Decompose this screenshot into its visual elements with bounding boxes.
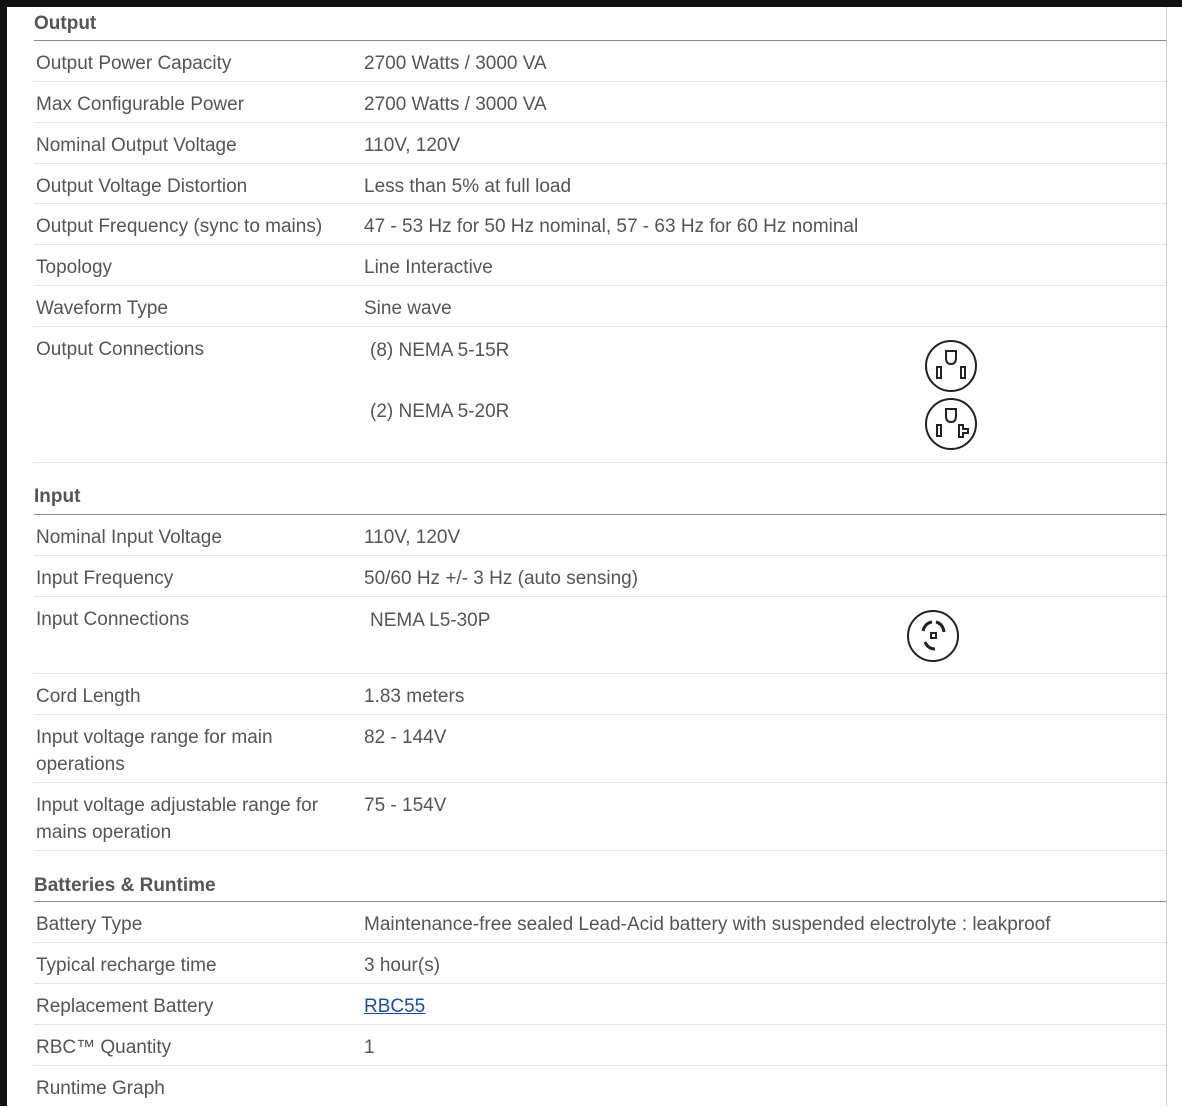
spec-row: Input Frequency 50/60 Hz +/- 3 Hz (auto … bbox=[34, 556, 1166, 597]
spec-value: Line Interactive bbox=[364, 257, 493, 278]
spec-label: Max Configurable Power bbox=[36, 94, 245, 115]
page-right-divider bbox=[1166, 7, 1167, 1106]
spec-row: Max Configurable Power 2700 Watts / 3000… bbox=[34, 82, 1166, 123]
spec-row-output-connections: Output Connections (8) NEMA 5-15R (2) NE… bbox=[34, 327, 1166, 463]
window-left-border bbox=[0, 0, 7, 1106]
spec-value: 110V, 120V bbox=[364, 135, 461, 156]
spec-row: Output Power Capacity 2700 Watts / 3000 … bbox=[34, 41, 1166, 82]
spec-value: 47 - 53 Hz for 50 Hz nominal, 57 - 63 Hz… bbox=[364, 216, 859, 237]
spec-value: 2700 Watts / 3000 VA bbox=[364, 94, 547, 115]
window-top-border bbox=[0, 0, 1182, 7]
spec-value: 1 bbox=[364, 1037, 375, 1058]
connection-text: (2) NEMA 5-20R bbox=[370, 401, 510, 422]
section-title-batteries: Batteries & Runtime bbox=[34, 851, 1166, 902]
spec-label: Input Connections bbox=[36, 609, 190, 630]
spec-row: Output Frequency (sync to mains) 47 - 53… bbox=[34, 204, 1166, 245]
spec-label: Output Frequency (sync to mains) bbox=[36, 216, 323, 237]
spec-content: Output Output Power Capacity 2700 Watts … bbox=[34, 7, 1166, 1107]
spec-row: Runtime Graph bbox=[34, 1066, 1166, 1107]
spec-row: Typical recharge time 3 hour(s) bbox=[34, 943, 1166, 984]
spec-value: 3 hour(s) bbox=[364, 955, 441, 976]
spec-row: Waveform Type Sine wave bbox=[34, 286, 1166, 327]
spec-label: Nominal Output Voltage bbox=[36, 135, 237, 156]
spec-value: 2700 Watts / 3000 VA bbox=[364, 53, 547, 74]
connection-text: NEMA L5-30P bbox=[370, 610, 491, 631]
spec-row: RBC™ Quantity 1 bbox=[34, 1025, 1166, 1066]
spec-value: 110V, 120V bbox=[364, 527, 461, 548]
spec-row: Battery Type Maintenance-free sealed Lea… bbox=[34, 902, 1166, 943]
spec-value: 82 - 144V bbox=[364, 727, 447, 748]
spec-row: Output Voltage Distortion Less than 5% a… bbox=[34, 164, 1166, 204]
spec-value: 75 - 154V bbox=[364, 795, 447, 816]
spec-value: Less than 5% at full load bbox=[364, 176, 572, 197]
spec-value: 1.83 meters bbox=[364, 686, 465, 707]
spec-label: Input voltage range for main operations bbox=[36, 727, 273, 775]
spec-label: Output Power Capacity bbox=[36, 53, 232, 74]
spec-label: Topology bbox=[36, 257, 113, 278]
spec-value: 50/60 Hz +/- 3 Hz (auto sensing) bbox=[364, 568, 639, 589]
nema-5-15r-outlet-icon bbox=[925, 340, 977, 392]
spec-label: Output Connections bbox=[36, 339, 204, 360]
spec-row: Input voltage adjustable range for mains… bbox=[34, 783, 1166, 851]
spec-value-link: RBC55 bbox=[364, 993, 425, 1020]
spec-row: Input voltage range for main operations … bbox=[34, 715, 1166, 783]
spec-label: Input Frequency bbox=[36, 568, 174, 589]
spec-value: Sine wave bbox=[364, 298, 452, 319]
spec-label: RBC™ Quantity bbox=[36, 1037, 172, 1058]
spec-row: Replacement Battery RBC55 bbox=[34, 984, 1166, 1025]
section-title-input: Input bbox=[34, 479, 1166, 515]
spec-row: Nominal Input Voltage 110V, 120V bbox=[34, 515, 1166, 556]
spec-label: Runtime Graph bbox=[36, 1078, 165, 1099]
spec-label: Input voltage adjustable range for mains… bbox=[36, 795, 319, 843]
replacement-battery-link[interactable]: RBC55 bbox=[364, 996, 425, 1017]
spec-row: Nominal Output Voltage 110V, 120V bbox=[34, 123, 1166, 164]
spec-label: Nominal Input Voltage bbox=[36, 527, 222, 548]
spec-label: Waveform Type bbox=[36, 298, 168, 319]
spec-label: Battery Type bbox=[36, 914, 143, 935]
spec-value: Maintenance-free sealed Lead-Acid batter… bbox=[364, 914, 1051, 935]
spec-label: Output Voltage Distortion bbox=[36, 176, 248, 197]
section-title-output: Output bbox=[34, 7, 1166, 41]
nema-l5-30p-plug-icon bbox=[907, 610, 959, 662]
spec-row: Topology Line Interactive bbox=[34, 245, 1166, 286]
spec-label: Typical recharge time bbox=[36, 955, 217, 976]
connection-text: (8) NEMA 5-15R bbox=[370, 340, 510, 361]
spec-row: Cord Length 1.83 meters bbox=[34, 674, 1166, 715]
spec-label: Cord Length bbox=[36, 686, 141, 707]
spec-row-input-connections: Input Connections NEMA L5-30P bbox=[34, 597, 1166, 674]
nema-5-20r-outlet-icon bbox=[925, 398, 977, 450]
spec-label: Replacement Battery bbox=[36, 996, 214, 1017]
